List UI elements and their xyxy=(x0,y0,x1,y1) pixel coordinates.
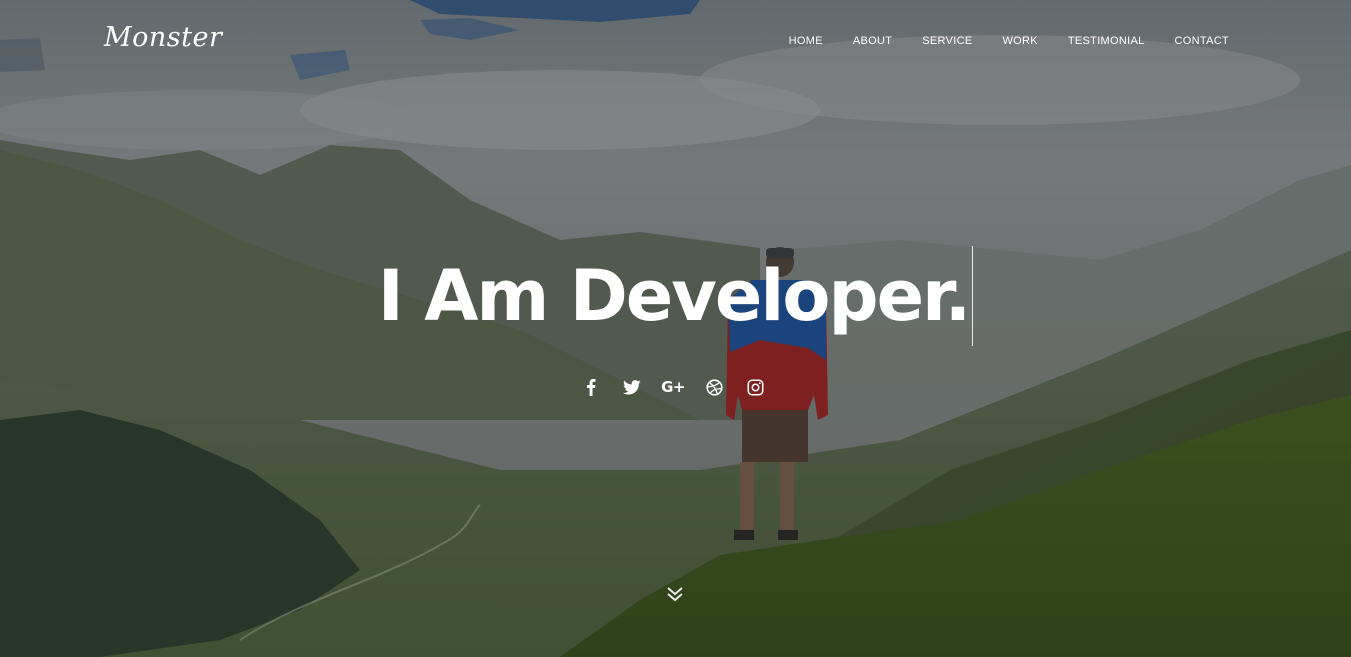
nav-link-service[interactable]: SERVICE xyxy=(907,34,987,48)
instagram-link[interactable] xyxy=(744,376,766,398)
google-plus-icon: G+ xyxy=(661,378,685,396)
google-plus-link[interactable]: G+ xyxy=(661,376,685,398)
hero-section: Monster HOME ABOUT SERVICE WORK TESTIMON… xyxy=(0,0,1351,657)
nav-item-home: HOME xyxy=(774,34,838,48)
double-chevron-down-icon xyxy=(667,587,683,602)
dribbble-icon xyxy=(705,378,723,396)
scroll-down-button[interactable] xyxy=(664,583,686,605)
nav-item-work: WORK xyxy=(987,34,1052,48)
hero-headline: I Am Developer. xyxy=(378,246,974,346)
nav-item-service: SERVICE xyxy=(907,34,987,48)
nav-link-testimonial[interactable]: TESTIMONIAL xyxy=(1053,34,1160,48)
instagram-icon xyxy=(747,379,763,395)
nav-item-about: ABOUT xyxy=(838,34,907,48)
site-logo[interactable]: Monster xyxy=(104,22,222,53)
top-navigation-bar: Monster HOME ABOUT SERVICE WORK TESTIMON… xyxy=(0,0,1351,82)
nav-link-home[interactable]: HOME xyxy=(774,34,838,48)
nav-item-contact: CONTACT xyxy=(1160,34,1229,48)
hero-headline-container: I Am Developer. xyxy=(0,246,1351,346)
nav-link-work[interactable]: WORK xyxy=(987,34,1052,48)
social-links: G+ xyxy=(580,376,766,398)
main-nav: HOME ABOUT SERVICE WORK TESTIMONIAL CONT… xyxy=(774,34,1229,48)
twitter-link[interactable] xyxy=(621,376,643,398)
nav-link-about[interactable]: ABOUT xyxy=(838,34,907,48)
dribbble-link[interactable] xyxy=(703,376,725,398)
facebook-link[interactable] xyxy=(580,376,602,398)
twitter-icon xyxy=(623,379,641,394)
facebook-icon xyxy=(587,379,596,396)
nav-item-testimonial: TESTIMONIAL xyxy=(1053,34,1160,48)
nav-link-contact[interactable]: CONTACT xyxy=(1160,34,1229,48)
